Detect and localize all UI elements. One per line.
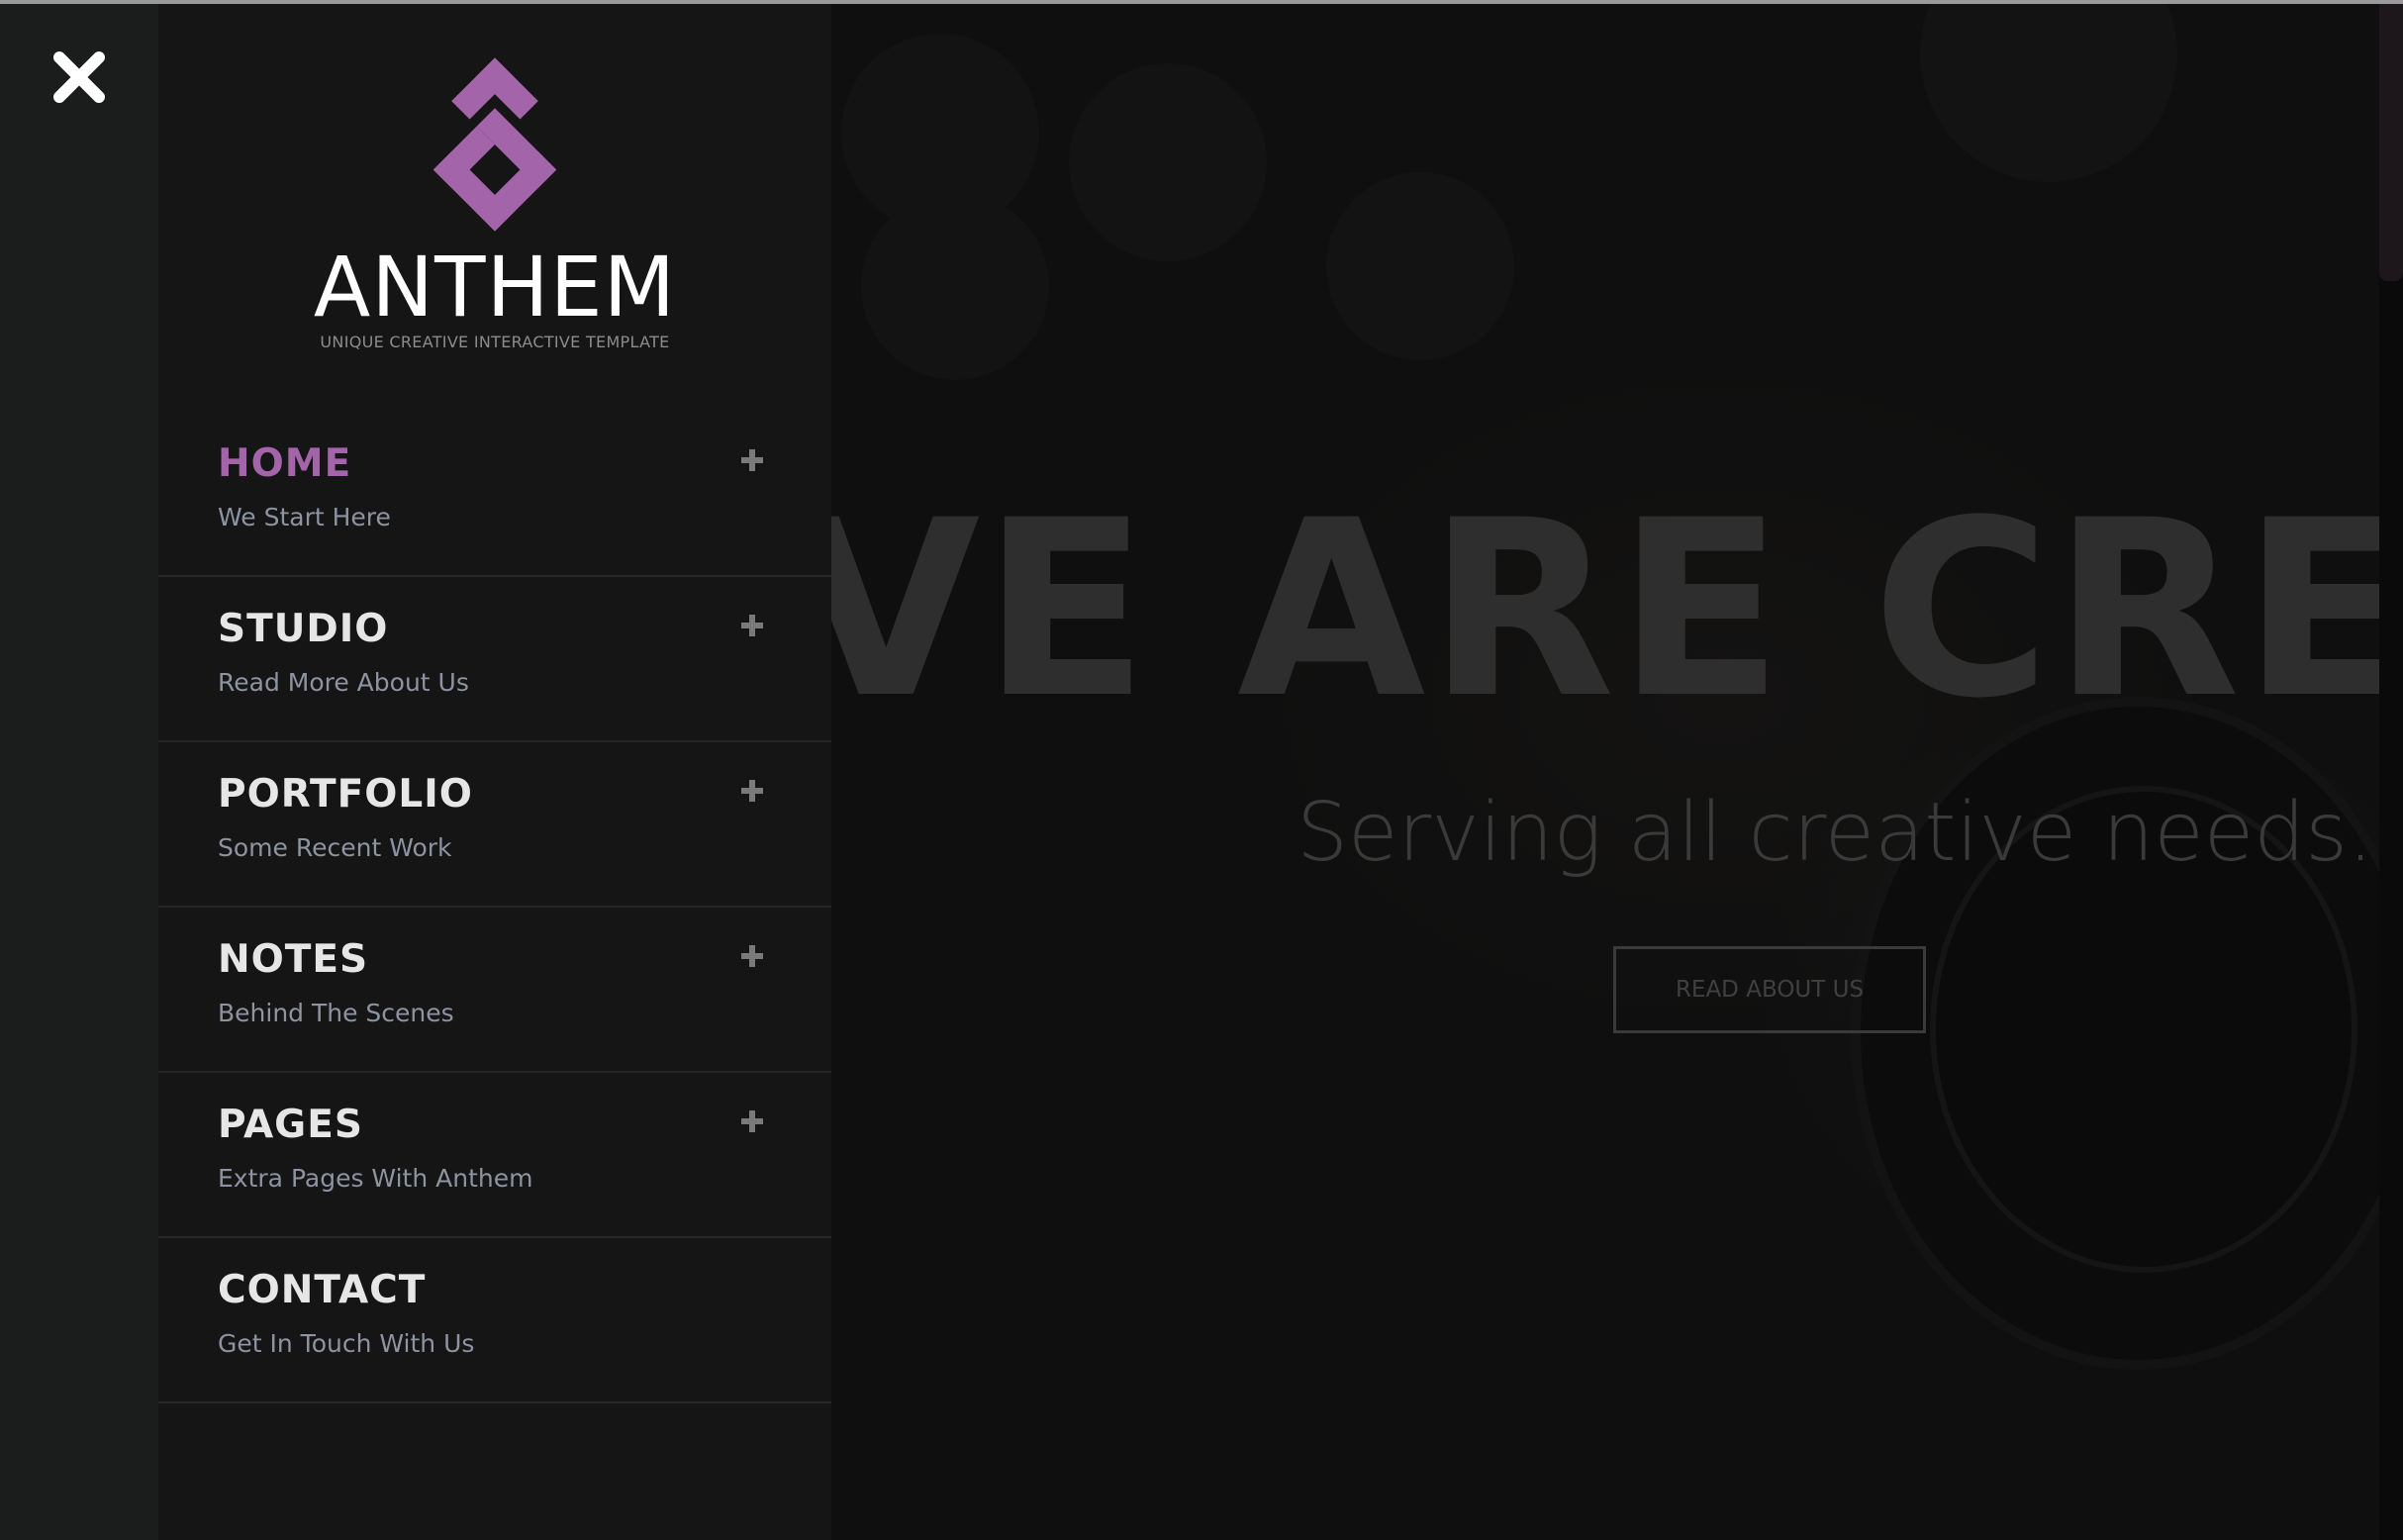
browser-top-edge [0,0,2403,4]
plus-icon[interactable] [739,943,765,969]
menu-item-label[interactable]: PAGES [218,1103,363,1147]
menu-item-pages[interactable]: PAGES Extra Pages With Anthem [158,1073,831,1238]
plus-icon[interactable] [739,447,765,473]
read-about-us-button[interactable]: READ ABOUT US [1613,946,1926,1033]
plus-icon[interactable] [739,613,765,638]
menu-item-subtitle: Behind The Scenes [218,999,454,1027]
brand-logo[interactable]: ANTHEM UNIQUE CREATIVE INTERACTIVE TEMPL… [158,57,831,351]
scrollbar-thumb[interactable] [2379,4,2403,281]
menu-item-contact[interactable]: CONTACT Get In Touch With Us [158,1238,831,1403]
side-navigation-panel: ANTHEM UNIQUE CREATIVE INTERACTIVE TEMPL… [158,4,831,1540]
menu-item-label[interactable]: STUDIO [218,607,388,651]
menu-item-label[interactable]: HOME [218,441,351,486]
hero-headline: VE ARE CREAT [831,469,2379,752]
bokeh-decoration [861,192,1049,380]
hero-subheadline: Serving all creative needs. [1297,786,2374,880]
menu-item-home[interactable]: HOME We Start Here [158,412,831,577]
menu-item-portfolio[interactable]: PORTFOLIO Some Recent Work [158,742,831,908]
menu-item-notes[interactable]: NOTES Behind The Scenes [158,908,831,1073]
main-menu: HOME We Start Here STUDIO Read More Abou… [158,412,831,1403]
plus-icon[interactable] [739,1108,765,1134]
bokeh-decoration [1920,4,2177,182]
hero-section: VE ARE CREAT Serving all creative needs.… [831,4,2379,1540]
menu-item-label[interactable]: PORTFOLIO [218,772,473,817]
brand-name: ANTHEM [313,239,677,336]
close-icon [53,51,105,103]
bokeh-decoration [1326,172,1514,360]
menu-item-subtitle: Read More About Us [218,668,469,697]
menu-item-studio[interactable]: STUDIO Read More About Us [158,577,831,742]
plus-icon[interactable] [739,778,765,804]
brand-tagline: UNIQUE CREATIVE INTERACTIVE TEMPLATE [320,333,670,351]
menu-item-subtitle: Some Recent Work [218,833,452,862]
menu-item-subtitle: Extra Pages With Anthem [218,1164,533,1193]
menu-item-subtitle: Get In Touch With Us [218,1329,475,1358]
menu-item-subtitle: We Start Here [218,503,391,531]
logo-diamond-icon [433,57,557,232]
menu-item-label[interactable]: CONTACT [218,1268,426,1312]
menu-item-label[interactable]: NOTES [218,937,368,982]
menu-overlay-rail [0,4,158,1540]
bokeh-decoration [1069,63,1267,261]
close-menu-button[interactable] [49,48,109,107]
